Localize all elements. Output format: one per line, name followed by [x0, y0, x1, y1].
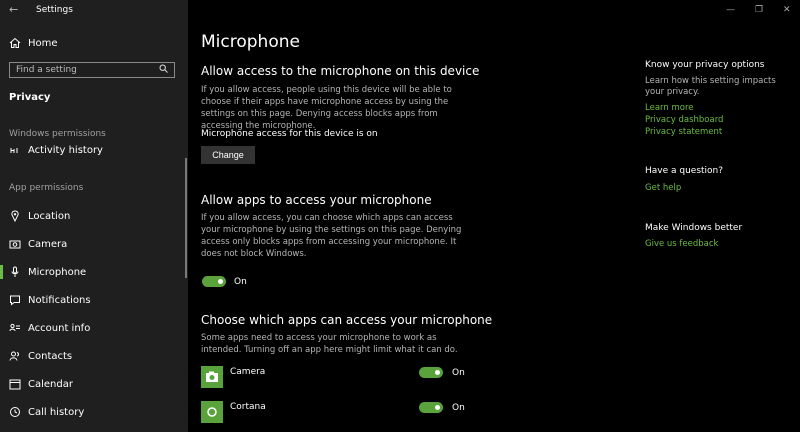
sidebar-item-label: Calendar [28, 378, 73, 390]
sidebar-item-label: Contacts [28, 350, 73, 362]
privacy-dashboard-link[interactable]: Privacy dashboard [645, 115, 723, 125]
sidebar-item-camera[interactable]: Camera [0, 232, 188, 256]
sidebar-item-home[interactable]: Home [0, 31, 188, 55]
search-placeholder: Find a setting [16, 65, 77, 75]
privacy-options-heading: Know your privacy options [645, 60, 765, 70]
active-indicator [0, 265, 3, 279]
sidebar-item-activity-history[interactable]: Activity history [0, 138, 188, 162]
privacy-statement-link[interactable]: Privacy statement [645, 127, 722, 137]
sidebar-item-calendar[interactable]: Calendar [0, 372, 188, 396]
notifications-icon [9, 294, 21, 306]
camera-app-toggle[interactable] [419, 367, 443, 378]
apps-access-description: If you allow access, you can choose whic… [201, 213, 462, 259]
privacy-options-text: Learn how this setting impacts your priv… [645, 76, 776, 97]
app-name: Cortana [230, 402, 266, 412]
microphone-icon [9, 266, 21, 278]
page-title: Microphone [201, 32, 300, 52]
back-arrow-icon[interactable]: ← [9, 3, 18, 16]
sidebar-item-label: Notifications [28, 294, 91, 306]
category-title: Privacy [9, 92, 51, 103]
app-toggle-label: On [452, 368, 465, 378]
sidebar-item-label: Call history [28, 406, 85, 418]
location-icon [9, 210, 21, 223]
apps-access-toggle-label: On [234, 277, 247, 287]
home-icon [9, 37, 21, 49]
cortana-app-toggle[interactable] [419, 402, 443, 413]
sidebar-item-notifications[interactable]: Notifications [0, 288, 188, 312]
call-history-icon [9, 406, 21, 418]
sidebar-item-microphone[interactable]: Microphone [0, 260, 188, 284]
device-access-status: Microphone access for this device is on [201, 129, 378, 139]
app-toggle-label: On [452, 403, 465, 413]
title-bar: ← Settings [0, 0, 188, 20]
camera-icon [9, 238, 21, 250]
cortana-app-icon [201, 401, 223, 423]
sidebar-item-label: Location [28, 210, 71, 222]
minimize-icon[interactable]: — [726, 5, 735, 15]
apps-access-heading: Allow apps to access your microphone [201, 193, 432, 207]
sidebar-item-label: Account info [28, 322, 91, 334]
search-input[interactable]: Find a setting [9, 62, 175, 78]
choose-apps-heading: Choose which apps can access your microp… [201, 313, 493, 327]
close-icon[interactable]: ✕ [783, 5, 791, 15]
contacts-icon [9, 350, 21, 362]
device-access-description: If you allow access, people using this d… [201, 85, 452, 131]
sidebar: ← Settings Home Find a setting Privacy W… [0, 0, 188, 432]
sidebar-item-label: Microphone [28, 266, 87, 278]
activity-history-icon [9, 144, 21, 156]
sidebar-item-call-history[interactable]: Call history [0, 400, 188, 424]
app-permissions-header: App permissions [9, 183, 84, 193]
sidebar-item-account-info[interactable]: Account info [0, 316, 188, 340]
sidebar-item-label: Activity history [28, 144, 103, 156]
camera-app-icon [201, 366, 223, 388]
app-name: Camera [230, 367, 266, 377]
make-better-heading: Make Windows better [645, 223, 743, 233]
learn-more-link[interactable]: Learn more [645, 103, 693, 113]
change-button[interactable]: Change [201, 146, 255, 164]
account-info-icon [9, 322, 21, 334]
sidebar-scrollbar[interactable] [185, 158, 187, 278]
sidebar-item-contacts[interactable]: Contacts [0, 344, 188, 368]
sidebar-item-label: Home [28, 37, 58, 49]
calendar-icon [9, 378, 21, 390]
apps-access-toggle[interactable] [202, 276, 226, 287]
window-title: Settings [36, 5, 73, 15]
question-heading: Have a question? [645, 166, 724, 176]
get-help-link[interactable]: Get help [645, 183, 681, 193]
sidebar-item-location[interactable]: Location [0, 204, 188, 228]
choose-apps-description: Some apps need to access your microphone… [201, 333, 458, 355]
device-access-heading: Allow access to the microphone on this d… [201, 64, 480, 78]
maximize-icon[interactable]: ❐ [755, 5, 763, 15]
sidebar-item-label: Camera [28, 238, 68, 250]
search-icon[interactable] [159, 64, 168, 73]
feedback-link[interactable]: Give us feedback [645, 239, 718, 249]
